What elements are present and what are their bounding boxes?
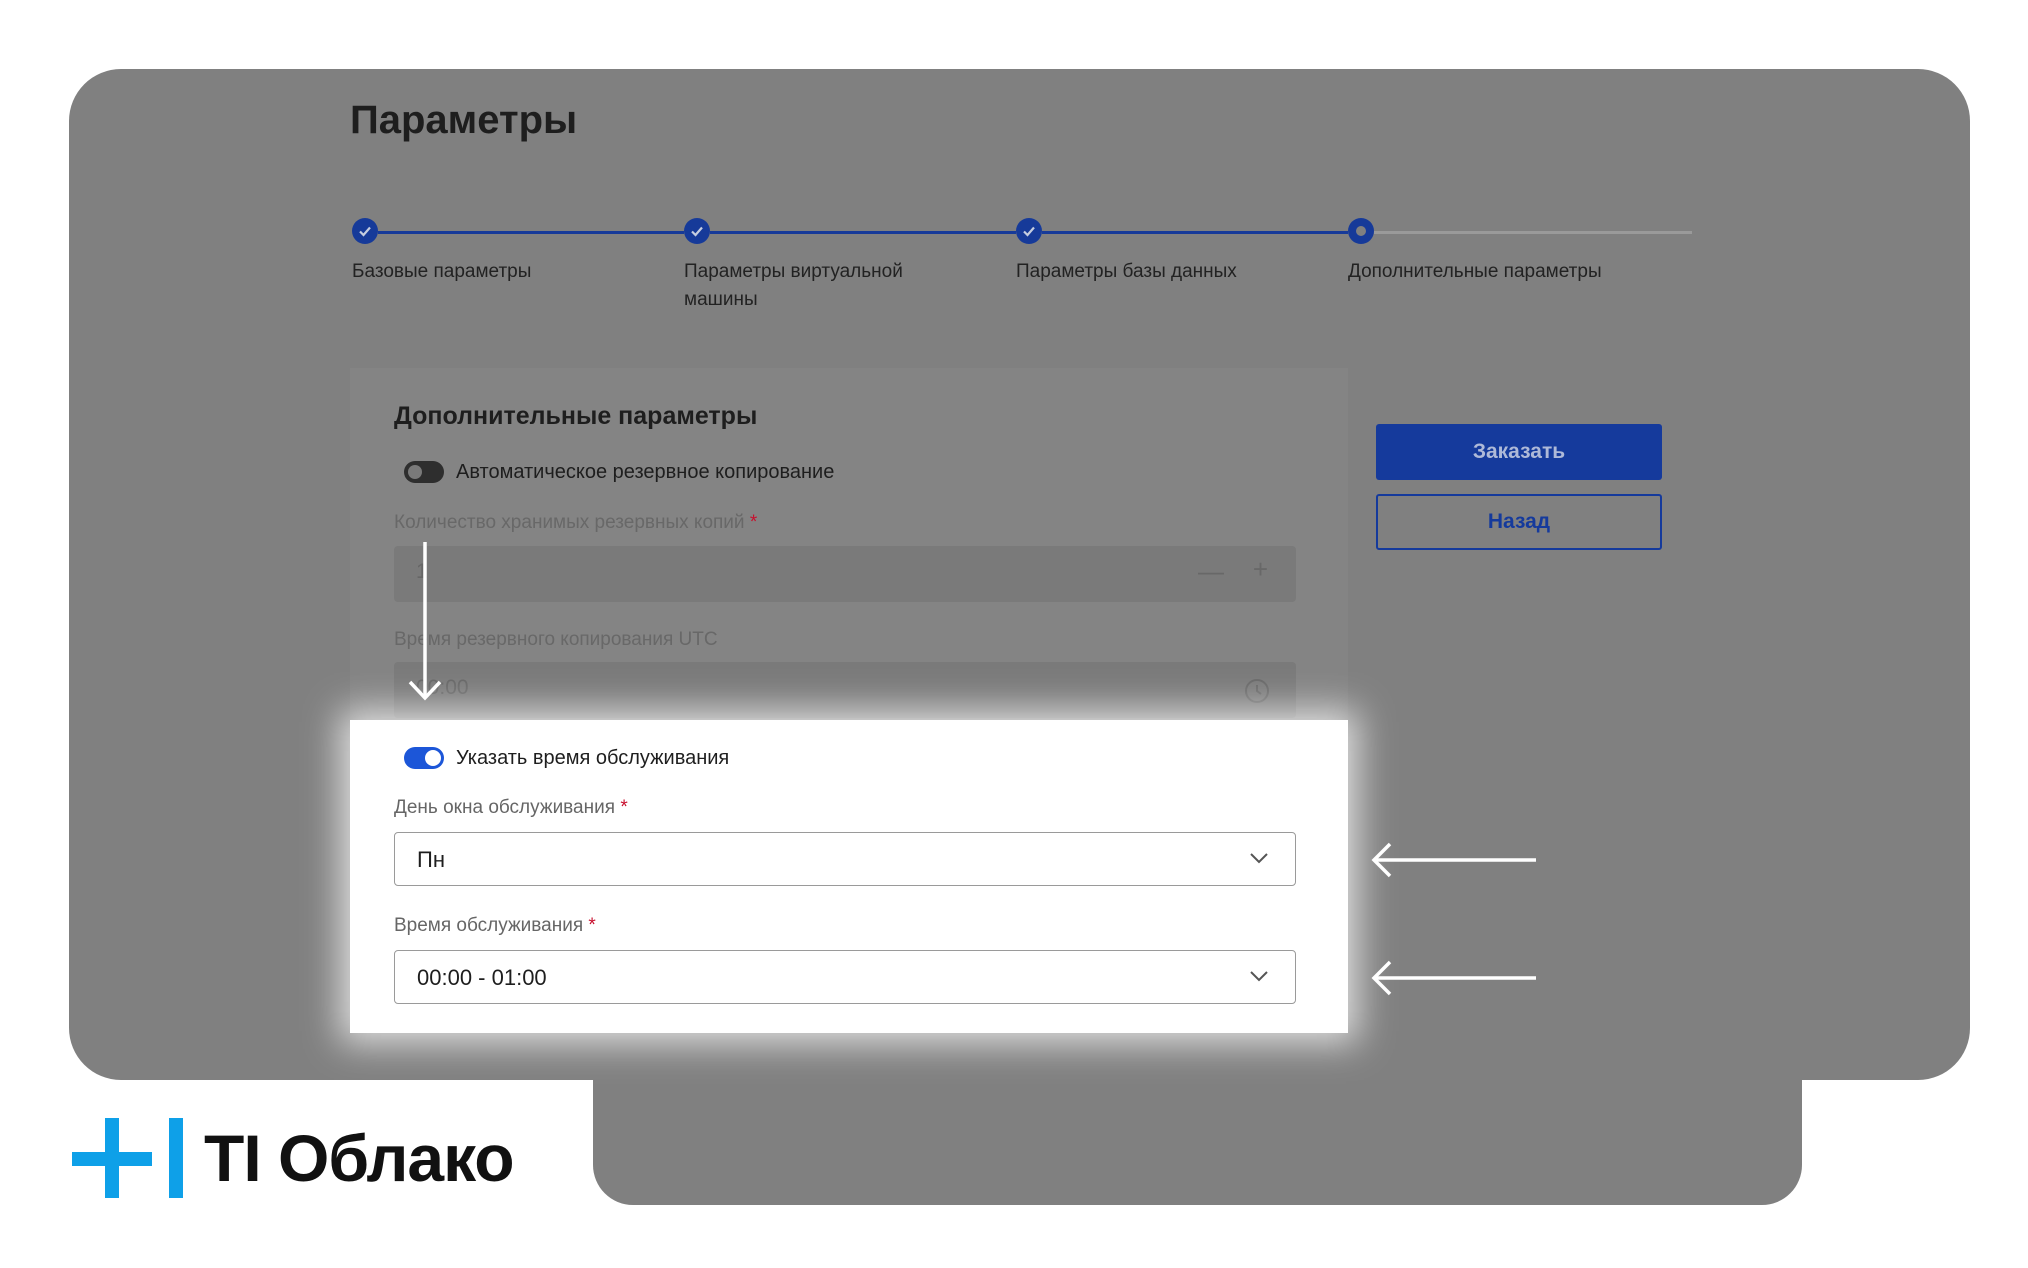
chevron-down-icon [1250, 853, 1268, 864]
clock-icon[interactable] [1244, 678, 1270, 704]
step-label-db[interactable]: Параметры базы данных [1016, 258, 1296, 286]
step-connector [1374, 231, 1692, 234]
step-current-dot-icon[interactable] [1348, 218, 1374, 244]
maintenance-day-select[interactable]: Пн [394, 832, 1296, 886]
maintenance-toggle-label: Указать время обслуживания [456, 747, 730, 769]
card-title: Дополнительные параметры [394, 402, 758, 430]
maintenance-day-label-text: День окна обслуживания [394, 797, 616, 818]
logo-plus-icon [105, 1118, 119, 1198]
maintenance-day-label: День окна обслуживания * [394, 797, 628, 819]
annotation-arrow-left-icon [1371, 960, 1536, 996]
stepper: Базовые параметры Параметры виртуальной … [352, 218, 1692, 328]
brand-logo: TI Облако [72, 1116, 592, 1200]
required-mark: * [588, 915, 596, 936]
maintenance-time-label-text: Время обслуживания [394, 915, 584, 936]
maintenance-time-select[interactable]: 00:00 - 01:00 [394, 950, 1296, 1004]
order-button[interactable]: Заказать [1376, 424, 1662, 480]
step-done-check-icon[interactable] [1016, 218, 1042, 244]
minus-icon[interactable]: — [1198, 556, 1224, 587]
step-connector [710, 231, 1016, 234]
step-connector [378, 231, 684, 234]
frame-notch-right [1802, 1080, 1970, 1268]
step-done-check-icon[interactable] [684, 218, 710, 244]
annotation-arrow-left-icon [1371, 842, 1536, 878]
frame-bottom-tab [593, 1040, 1802, 1205]
step-label-vm[interactable]: Параметры виртуальной машины [684, 258, 944, 314]
backup-count-label: Количество хранимых резервных копий * [394, 512, 757, 534]
required-mark: * [620, 797, 628, 818]
page-title: Параметры [350, 98, 578, 142]
backup-count-label-text: Количество хранимых резервных копий [394, 512, 745, 533]
backup-toggle-label: Автоматическое резервное копирование [456, 461, 835, 483]
backup-count-stepper[interactable]: 1 — + [394, 546, 1296, 602]
maintenance-time-value: 00:00 - 01:00 [417, 965, 547, 990]
step-label-base[interactable]: Базовые параметры [352, 258, 632, 286]
backup-time-input[interactable]: 00:00 [394, 662, 1296, 718]
maintenance-toggle[interactable] [404, 747, 444, 769]
annotation-arrow-down-icon [408, 542, 442, 701]
back-button[interactable]: Назад [1376, 494, 1662, 550]
plus-icon[interactable]: + [1253, 554, 1268, 585]
maintenance-time-label: Время обслуживания * [394, 915, 596, 937]
required-mark: * [749, 512, 758, 533]
maintenance-day-value: Пн [417, 847, 445, 872]
step-done-check-icon[interactable] [352, 218, 378, 244]
brand-name: TI Облако [204, 1121, 515, 1195]
chevron-down-icon [1250, 971, 1268, 982]
backup-toggle[interactable] [404, 461, 444, 483]
step-connector [1042, 231, 1348, 234]
logo-bar-icon [169, 1118, 183, 1198]
step-label-extra[interactable]: Дополнительные параметры [1348, 258, 1668, 286]
